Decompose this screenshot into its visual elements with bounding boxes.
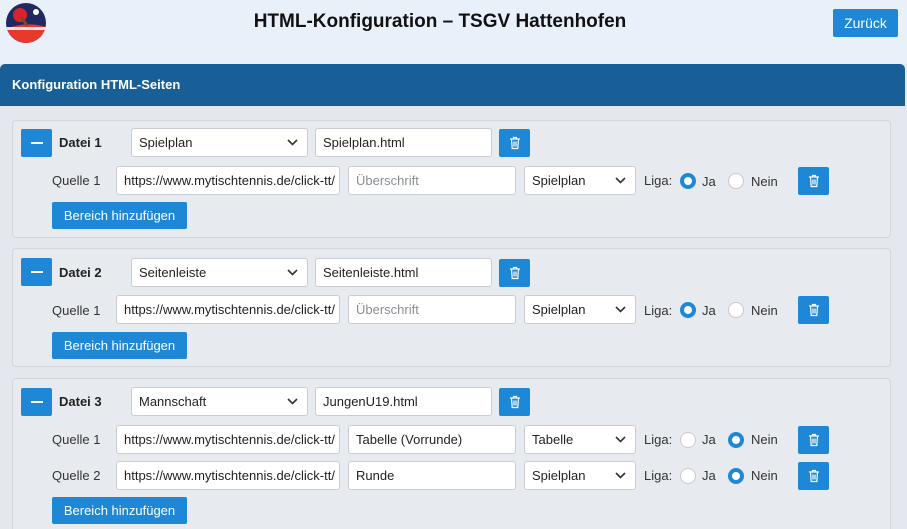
heading-input[interactable]: Tabelle (Vorrunde) bbox=[348, 425, 516, 454]
delete-file-3-button[interactable] bbox=[499, 388, 530, 416]
liga-no-radio[interactable] bbox=[728, 468, 744, 484]
liga-yes-label: Ja bbox=[702, 432, 716, 447]
source-type-value: Spielplan bbox=[532, 302, 586, 317]
file-2-type-value: Seitenleiste bbox=[139, 265, 207, 280]
source-type-select[interactable]: Spielplan bbox=[524, 461, 636, 490]
liga-no-label: Nein bbox=[751, 303, 778, 318]
liga-no-label: Nein bbox=[751, 468, 778, 483]
source-type-value: Spielplan bbox=[532, 173, 586, 188]
source-type-select[interactable]: Tabelle bbox=[524, 425, 636, 454]
source-url-input[interactable]: https://www.mytischtennis.de/click-tt/ bbox=[116, 461, 340, 490]
top-bar: HTML-Konfiguration – TSGV Hattenhofen Zu… bbox=[0, 0, 907, 64]
file-2-label: Datei 2 bbox=[59, 265, 102, 280]
file-3-type-select[interactable]: Mannschaft bbox=[131, 387, 308, 416]
liga-yes-radio[interactable] bbox=[680, 173, 696, 189]
source-type-value: Tabelle bbox=[532, 432, 574, 447]
heading-input[interactable]: Überschrift bbox=[348, 295, 516, 324]
liga-yes-radio[interactable] bbox=[680, 302, 696, 318]
liga-label: Liga: bbox=[644, 432, 673, 447]
liga-label: Liga: bbox=[644, 468, 673, 483]
file-2-type-select[interactable]: Seitenleiste bbox=[131, 258, 308, 287]
file-1-type-value: Spielplan bbox=[139, 135, 193, 150]
delete-file-2-button[interactable] bbox=[499, 259, 530, 287]
collapse-file-3-button[interactable] bbox=[21, 388, 52, 416]
source-type-select[interactable]: Spielplan bbox=[524, 166, 636, 195]
chevron-down-icon bbox=[287, 269, 298, 276]
collapse-file-2-button[interactable] bbox=[21, 258, 52, 286]
source-type-select[interactable]: Spielplan bbox=[524, 295, 636, 324]
trash-icon bbox=[509, 266, 520, 280]
add-area-button[interactable]: Bereich hinzufügen bbox=[52, 497, 187, 524]
liga-no-label: Nein bbox=[751, 174, 778, 189]
liga-label: Liga: bbox=[644, 303, 673, 318]
chevron-down-icon bbox=[287, 139, 298, 146]
delete-source-button[interactable] bbox=[798, 167, 829, 195]
file-1-filename-input[interactable]: Spielplan.html bbox=[315, 128, 492, 157]
delete-source-button[interactable] bbox=[798, 426, 829, 454]
add-area-button[interactable]: Bereich hinzufügen bbox=[52, 332, 187, 359]
file-2-filename-input[interactable]: Seitenleiste.html bbox=[315, 258, 492, 287]
trash-icon bbox=[509, 395, 520, 409]
file-1-label: Datei 1 bbox=[59, 135, 102, 150]
liga-no-label: Nein bbox=[751, 432, 778, 447]
heading-input[interactable]: Runde bbox=[348, 461, 516, 490]
page-title: HTML-Konfiguration – TSGV Hattenhofen bbox=[253, 11, 627, 32]
liga-no-radio[interactable] bbox=[728, 302, 744, 318]
liga-yes-radio[interactable] bbox=[680, 468, 696, 484]
file-3-type-value: Mannschaft bbox=[139, 394, 207, 409]
liga-no-radio[interactable] bbox=[728, 173, 744, 189]
liga-yes-radio[interactable] bbox=[680, 432, 696, 448]
panel-header: Konfiguration HTML-Seiten bbox=[0, 64, 905, 106]
file-3-label: Datei 3 bbox=[59, 394, 102, 409]
chevron-down-icon bbox=[615, 472, 626, 479]
liga-no-radio[interactable] bbox=[728, 432, 744, 448]
file-1-type-select[interactable]: Spielplan bbox=[131, 128, 308, 157]
chevron-down-icon bbox=[287, 398, 298, 405]
source-url-input[interactable]: https://www.mytischtennis.de/click-tt/ bbox=[116, 166, 340, 195]
liga-label: Liga: bbox=[644, 173, 673, 188]
heading-input[interactable]: Überschrift bbox=[348, 166, 516, 195]
collapse-file-1-button[interactable] bbox=[21, 129, 52, 157]
chevron-down-icon bbox=[615, 436, 626, 443]
source-label: Quelle 1 bbox=[52, 303, 101, 318]
back-button[interactable]: Zurück bbox=[833, 9, 898, 37]
minus-icon bbox=[30, 271, 43, 273]
liga-yes-label: Ja bbox=[702, 303, 716, 318]
trash-icon bbox=[808, 469, 819, 483]
chevron-down-icon bbox=[615, 177, 626, 184]
trash-icon bbox=[509, 136, 520, 150]
source-label: Quelle 1 bbox=[52, 173, 101, 188]
add-area-button[interactable]: Bereich hinzufügen bbox=[52, 202, 187, 229]
liga-yes-label: Ja bbox=[702, 468, 716, 483]
liga-yes-label: Ja bbox=[702, 174, 716, 189]
trash-icon bbox=[808, 433, 819, 447]
trash-icon bbox=[808, 303, 819, 317]
minus-icon bbox=[30, 142, 43, 144]
delete-file-1-button[interactable] bbox=[499, 129, 530, 157]
delete-source-button[interactable] bbox=[798, 296, 829, 324]
source-label: Quelle 1 bbox=[52, 432, 101, 447]
source-type-value: Spielplan bbox=[532, 468, 586, 483]
trash-icon bbox=[808, 174, 819, 188]
delete-source-button[interactable] bbox=[798, 462, 829, 490]
file-3-filename-input[interactable]: JungenU19.html bbox=[315, 387, 492, 416]
chevron-down-icon bbox=[615, 306, 626, 313]
source-url-input[interactable]: https://www.mytischtennis.de/click-tt/ bbox=[116, 295, 340, 324]
source-url-input[interactable]: https://www.mytischtennis.de/click-tt/ bbox=[116, 425, 340, 454]
minus-icon bbox=[30, 401, 43, 403]
source-label: Quelle 2 bbox=[52, 468, 101, 483]
